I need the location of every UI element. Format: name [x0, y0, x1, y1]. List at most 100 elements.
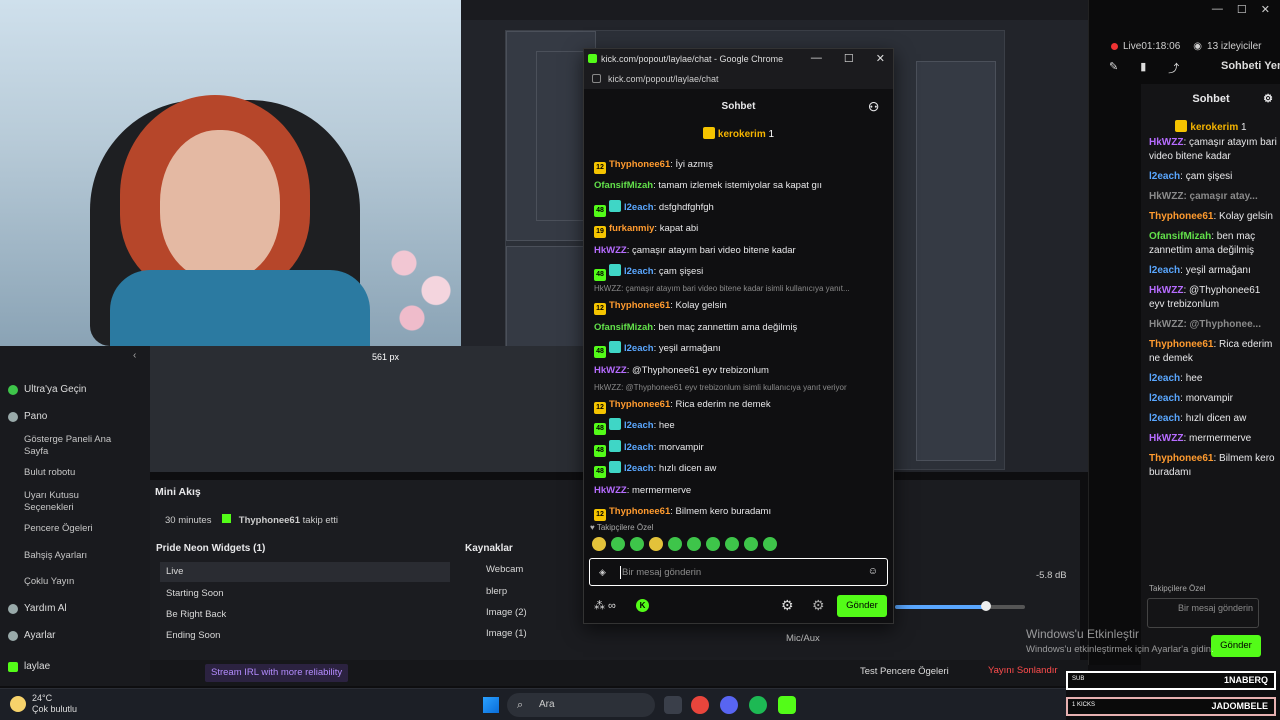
chat-username[interactable]: l2each	[1149, 373, 1180, 384]
chat-username[interactable]: Thyphonee61	[609, 399, 670, 410]
chat-username[interactable]: l2each	[1149, 171, 1180, 182]
chat-username[interactable]: OfansifMizah	[1149, 231, 1211, 242]
chat-username[interactable]: l2each	[624, 420, 654, 431]
chat-username[interactable]: HkWZZ: @Thyphonee...	[1149, 319, 1261, 330]
source-item[interactable]: Image (2)	[470, 607, 527, 618]
emote-icon[interactable]	[630, 537, 644, 551]
chat-username[interactable]: l2each	[624, 202, 654, 213]
chat-input[interactable]: ◈ Bir mesaj gönderin ☺	[589, 558, 888, 586]
chat-username[interactable]: HkWZZ	[1149, 433, 1183, 444]
chat-username[interactable]: Thyphonee61	[609, 506, 670, 517]
right-chat-input[interactable]: Bir mesaj gönderin	[1147, 598, 1259, 628]
chat-username[interactable]: Thyphonee61	[609, 300, 670, 311]
close-icon[interactable]: ✕	[1261, 3, 1270, 16]
chat-username[interactable]: Thyphonee61	[1149, 339, 1213, 350]
sidebar-sub-cloudbot[interactable]: Bulut robotu	[24, 467, 75, 479]
volume-slider[interactable]	[895, 601, 1025, 611]
chat-username[interactable]: OfansifMizah	[594, 322, 653, 333]
chat-username[interactable]: furkanmiy	[609, 223, 654, 234]
emote-icon[interactable]	[649, 537, 663, 551]
send-button[interactable]: Gönder	[837, 595, 887, 617]
kick-favicon-icon	[588, 54, 597, 63]
chat-username[interactable]: l2each	[624, 442, 654, 453]
chat-username[interactable]: OfansifMizah	[594, 180, 653, 191]
chat-username[interactable]: l2each	[624, 463, 654, 474]
collapse-icon[interactable]: ‹	[133, 350, 136, 361]
sidebar-sub-dashboard[interactable]: Gösterge Paneli Ana Sayfa	[24, 434, 116, 458]
scene-item[interactable]: Live	[160, 562, 450, 582]
chat-username[interactable]: l2each	[624, 266, 654, 277]
points-icon[interactable]: ⁂ ∞	[594, 599, 616, 612]
sidebar-item-pano[interactable]: Pano	[8, 411, 47, 422]
sidebar-item-settings[interactable]: Ayarlar	[8, 630, 56, 641]
chat-username[interactable]: Thyphonee61	[609, 159, 670, 170]
source-item[interactable]: Webcam	[470, 564, 523, 575]
settings-icon[interactable]: ⚙	[812, 597, 825, 614]
emote-icon[interactable]	[706, 537, 720, 551]
chat-username[interactable]: l2each	[1149, 393, 1180, 404]
test-widgets-button[interactable]: Test Pencere Ögeleri	[860, 666, 949, 677]
edit-icon[interactable]: ✎	[1109, 60, 1118, 76]
badge-icon: 12	[594, 509, 606, 522]
sidebar-sub-tips[interactable]: Bahşiş Ayarları	[24, 550, 87, 562]
maximize-icon[interactable]: ☐	[844, 52, 854, 65]
emote-icon[interactable]	[592, 537, 606, 551]
gear-icon[interactable]: ⚙	[781, 597, 794, 614]
chat-username[interactable]: l2each	[1149, 413, 1180, 424]
source-item[interactable]: blerp	[470, 586, 507, 597]
chat-username[interactable]: HkWZZ: çamaşır atay...	[1149, 191, 1258, 202]
chat-username[interactable]: HkWZZ	[1149, 137, 1183, 148]
chat-username[interactable]: l2each	[624, 343, 654, 354]
taskbar-search[interactable]: ⌕ Ara	[507, 693, 655, 717]
maximize-icon[interactable]: ☐	[1237, 3, 1247, 16]
emote-icon[interactable]	[668, 537, 682, 551]
minimize-icon[interactable]: —	[1212, 3, 1223, 16]
sidebar-item-ultra[interactable]: Ultra'ya Geçin	[8, 384, 87, 395]
scene-item[interactable]: Ending Soon	[160, 626, 450, 646]
kick-icon[interactable]: K	[636, 599, 649, 612]
share-icon[interactable]: ⤴	[1168, 60, 1179, 76]
users-icon[interactable]: ⚇	[868, 95, 879, 119]
scene-item[interactable]: Be Right Back	[160, 605, 450, 625]
scene-item[interactable]: Starting Soon	[160, 584, 450, 604]
right-chat-messages: HkWZZ: çamaşır atayım bari video bitene …	[1149, 136, 1277, 576]
spotify-icon[interactable]	[749, 696, 767, 714]
emoji-icon[interactable]: ☺	[868, 566, 878, 577]
emote-icon[interactable]	[744, 537, 758, 551]
right-send-button[interactable]: Gönder	[1211, 635, 1261, 657]
badge-icon: 48	[594, 204, 606, 217]
emote-icon[interactable]	[725, 537, 739, 551]
end-stream-button[interactable]: Yayını Sonlandır	[988, 665, 1058, 676]
chrome-icon[interactable]	[691, 696, 709, 714]
task-view-icon[interactable]	[664, 696, 682, 714]
emote-icon[interactable]	[687, 537, 701, 551]
chat-username[interactable]: Thyphonee61	[1149, 453, 1213, 464]
refresh-chat-button[interactable]: Sohbeti Yenile	[1221, 60, 1280, 72]
sidebar-sub-widgets[interactable]: Pencere Ögeleri	[24, 523, 93, 535]
chat-username[interactable]: Thyphonee61	[1149, 211, 1213, 222]
emote-icon[interactable]	[763, 537, 777, 551]
bookmark-icon[interactable]: ▮	[1140, 60, 1146, 76]
windows-start-icon[interactable]	[483, 697, 499, 713]
sidebar-sub-alertbox[interactable]: Uyarı Kutusu Seçenekleri	[24, 490, 114, 514]
weather-widget[interactable]: 24°C Çok bulutlu	[10, 693, 77, 715]
irl-banner[interactable]: Stream IRL with more reliability	[205, 664, 349, 682]
emote-icon[interactable]	[611, 537, 625, 551]
users-icon[interactable]: ⚙	[1263, 92, 1273, 105]
sidebar-item-help[interactable]: Yardım Al	[8, 603, 67, 614]
discord-icon[interactable]	[720, 696, 738, 714]
kick-app-icon[interactable]	[778, 696, 796, 714]
chat-username[interactable]: HkWZZ	[1149, 285, 1183, 296]
popup-urlbar[interactable]: kick.com/popout/laylae/chat	[584, 69, 893, 89]
site-info-icon[interactable]	[592, 74, 601, 83]
chat-message: HkWZZ: @Thyphonee61 eyv trebizonlum	[1149, 285, 1261, 310]
sidebar-item-user[interactable]: laylae	[8, 661, 50, 672]
chat-username[interactable]: HkWZZ	[594, 365, 627, 376]
source-item[interactable]: Image (1)	[470, 628, 527, 639]
minimize-icon[interactable]: —	[811, 52, 822, 65]
close-icon[interactable]: ✕	[876, 52, 885, 65]
chat-username[interactable]: HkWZZ	[594, 245, 627, 256]
sidebar-sub-multistream[interactable]: Çoklu Yayın	[24, 576, 74, 588]
chat-username[interactable]: l2each	[1149, 265, 1180, 276]
chat-username[interactable]: HkWZZ	[594, 485, 627, 496]
